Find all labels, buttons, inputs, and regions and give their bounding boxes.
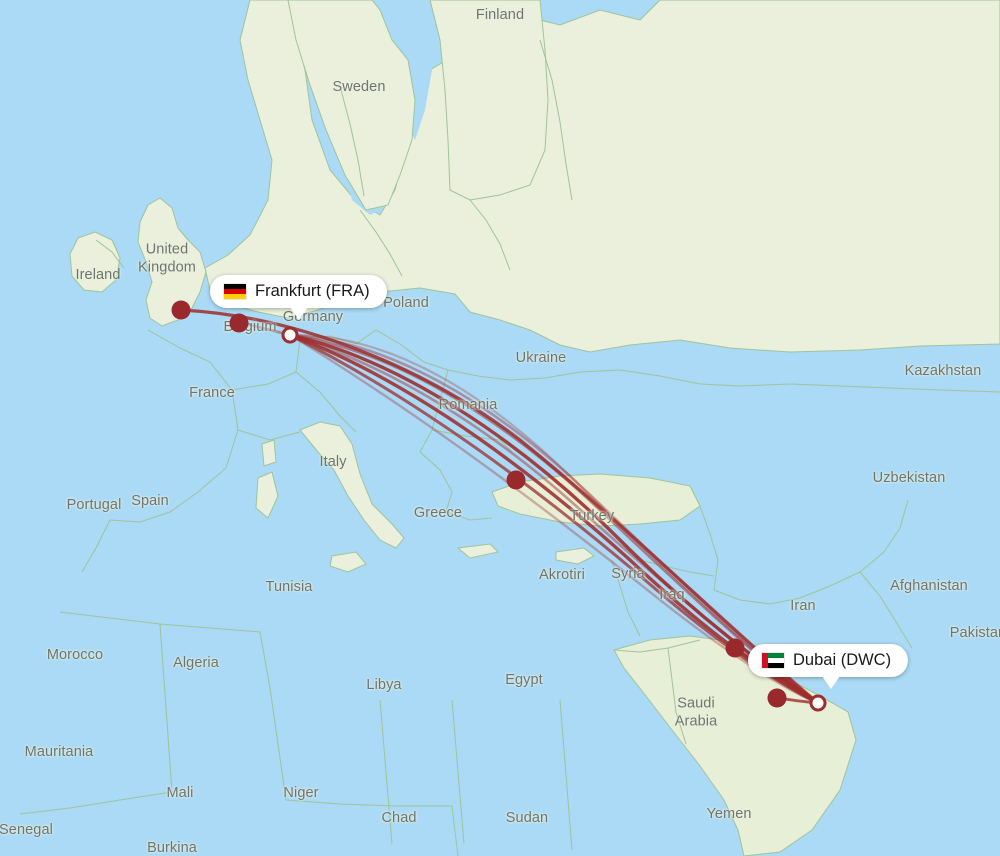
airport-callout-dubai[interactable]: Dubai (DWC) xyxy=(748,644,909,689)
route-layer xyxy=(179,308,820,705)
stop-kuwait[interactable] xyxy=(725,638,745,658)
flight-route-map[interactable]: .land { fill:#eaf0dc; stroke:#9fc49a; st… xyxy=(0,0,1000,856)
endpoint-marker-dwc[interactable] xyxy=(809,694,827,712)
stop-doha[interactable] xyxy=(767,688,787,708)
callout-tail xyxy=(290,306,308,320)
stop-istanbul[interactable] xyxy=(506,470,526,490)
stop-brussels[interactable] xyxy=(229,313,249,333)
germany-flag xyxy=(224,283,246,299)
airport-label-dubai: Dubai (DWC) xyxy=(793,651,892,669)
airport-callout-frankfurt[interactable]: Frankfurt (FRA) xyxy=(210,275,387,320)
callout-tail xyxy=(822,675,840,689)
airport-label-frankfurt: Frankfurt (FRA) xyxy=(255,282,370,300)
stop-london[interactable] xyxy=(171,300,191,320)
endpoint-marker-fra[interactable] xyxy=(281,326,299,344)
uae-flag xyxy=(762,652,784,668)
